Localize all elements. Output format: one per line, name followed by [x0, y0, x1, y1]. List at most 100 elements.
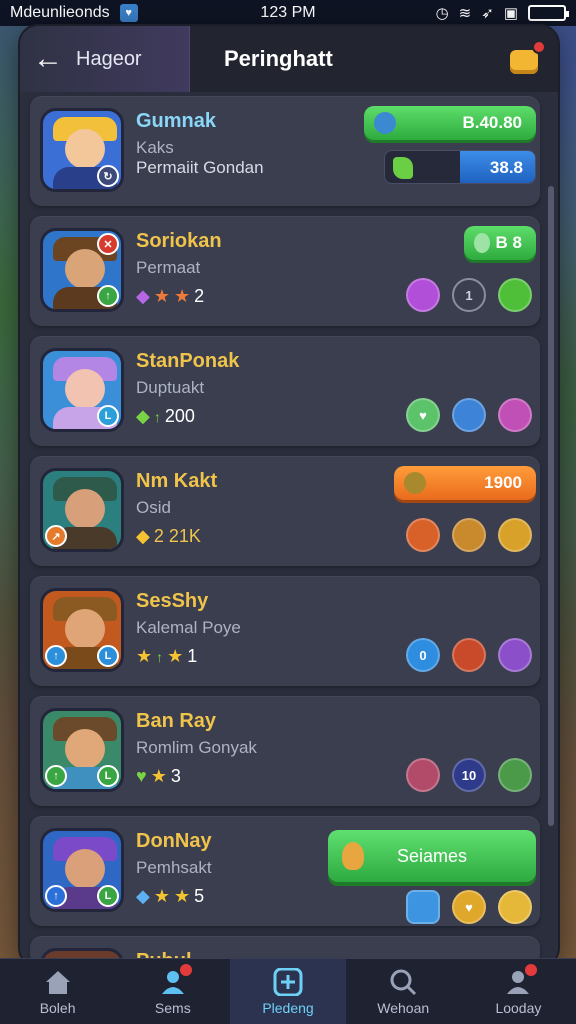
wifi-icon: ≋ — [458, 5, 472, 22]
reward-pill[interactable]: B.40.80 — [364, 106, 536, 140]
player-stars: ◆ 2 21K — [136, 526, 201, 546]
score-bar: 38.8 — [384, 150, 536, 184]
star-icon: ★ — [153, 886, 170, 906]
player-list: ↻ Gumnak Kaks Permaiit Gondan B.40.80 38… — [30, 96, 540, 966]
player-rank: Duptuakt — [136, 378, 205, 397]
gem-icon: ◆ — [136, 406, 150, 426]
hero-icon[interactable] — [406, 758, 440, 792]
fire-icon[interactable] — [452, 638, 486, 672]
player-name: Soriokan — [136, 230, 222, 252]
rune-icon[interactable] — [498, 638, 532, 672]
back-arrow-icon: ← — [33, 42, 63, 75]
reward-value: 1900 — [484, 473, 522, 492]
player-avatar: ↻ — [40, 108, 124, 192]
alarm-icon: ◷ — [435, 5, 449, 22]
player-stars: ★ ↑ ★ 1 — [136, 646, 198, 666]
player-rank: Osid — [136, 498, 171, 517]
player-card[interactable]: ↑ L Ban Ray Romlim Gonyak ♥ ★ 3 10 — [30, 696, 540, 806]
image-icon: ▣ — [503, 5, 518, 22]
scroll-icon[interactable] — [406, 518, 440, 552]
heart-icon: ♥ — [136, 766, 147, 786]
player-card[interactable]: ↑ L SesShy Kalemal Poye ★ ↑ ★ 1 0 — [30, 576, 540, 686]
heart-icon[interactable]: ♥ — [452, 890, 486, 924]
carrier-text: Mdeunlieonds — [10, 4, 110, 21]
player-stars: ◆ ★ ★ 2 — [136, 286, 205, 306]
player-rank: Romlim Gonyak — [136, 738, 257, 757]
orb-icon[interactable] — [452, 398, 486, 432]
player-title: Permaiit Gondan — [136, 158, 264, 177]
tab-label: Sems — [154, 999, 191, 1016]
item-icons: 10 — [406, 758, 532, 792]
shield-icon: ◆ — [136, 526, 150, 546]
battery-icon — [528, 5, 569, 21]
notification-dot — [179, 963, 192, 976]
banana-icon[interactable] — [498, 890, 532, 924]
player-avatar: ↗ — [40, 468, 124, 552]
hex-icon[interactable]: 1 — [452, 278, 486, 312]
axe-icon[interactable] — [498, 518, 532, 552]
level-icon[interactable]: 10 — [452, 758, 486, 792]
bottom-tab-bar: Boleh Sems Pledeng Wehoan Looday — [0, 958, 576, 1024]
player-name: Ban Ray — [136, 710, 217, 732]
player-stars: ♥ ★ 3 — [136, 766, 181, 786]
status-bar: Mdeunlieonds ♥ 123 PM ◷ ≋ ➶ ▣ — [0, 0, 576, 26]
badge-icon[interactable]: 0 — [406, 638, 440, 672]
puzzle-icon[interactable] — [406, 890, 440, 924]
gem-icon — [374, 112, 396, 134]
star-icon: ★ — [153, 286, 170, 306]
monster-icon[interactable] — [498, 398, 532, 432]
star-icon: ★ — [173, 886, 191, 906]
status-icons: ◷ ≋ ➶ ▣ — [435, 4, 569, 22]
player-card[interactable]: ↻ Gumnak Kaks Permaiit Gondan B.40.80 38… — [30, 96, 540, 206]
player-card[interactable]: ✕ ↑ Soriokan Permaat ◆ ★ ★ 2 B 8 1 — [30, 216, 540, 326]
tab-label: Wehoan — [377, 999, 430, 1016]
sword-icon[interactable] — [452, 518, 486, 552]
coin-icon — [404, 472, 426, 494]
tab-create[interactable]: Pledeng — [230, 959, 346, 1024]
item-icons: ♥ — [406, 890, 532, 924]
goblin-icon[interactable] — [498, 758, 532, 792]
star-icon: ★ — [173, 286, 191, 306]
tab-user[interactable]: Looday — [461, 959, 576, 1024]
tab-label: Boleh — [39, 999, 76, 1016]
heart-icon[interactable]: ♥ — [406, 398, 440, 432]
player-name: StanPonak — [136, 350, 240, 372]
back-button[interactable]: ← Hageor — [20, 26, 190, 92]
potion-icon — [393, 157, 413, 179]
tab-home[interactable]: Boleh — [0, 959, 115, 1024]
arrow-icon: ↑ — [153, 408, 161, 425]
player-avatar: L — [40, 348, 124, 432]
notification-dot — [525, 963, 538, 976]
player-rank: Permaat — [136, 258, 201, 277]
arrow-icon: ↑ — [156, 648, 164, 665]
tab-profile[interactable]: Sems — [115, 959, 230, 1024]
player-card[interactable]: ↑ L DonNay Pemhsakt ◆ ★ ★ 5 Seiames ♥ — [30, 816, 540, 926]
player-avatar: ↑ L — [40, 588, 124, 672]
orb-icon[interactable] — [406, 278, 440, 312]
gift-button[interactable] — [506, 40, 546, 76]
profile-icon — [158, 963, 192, 996]
scrollbar[interactable] — [548, 186, 554, 826]
page-title: Peringhatt — [224, 46, 333, 71]
player-card[interactable]: ↗ Nm Kakt Osid ◆ 2 21K 1900 — [30, 456, 540, 566]
player-card[interactable]: L StanPonak Duptuakt ◆ ↑ 200 ♥ — [30, 336, 540, 446]
star-icon: ★ — [167, 646, 184, 666]
tab-search[interactable]: Wehoan — [346, 959, 461, 1024]
item-icons — [406, 518, 532, 552]
user-icon — [503, 963, 538, 996]
leaderboard-panel: ← Hageor Peringhatt ↻ Gumnak Kaks Permai… — [20, 26, 558, 966]
reward-pill[interactable]: B 8 — [464, 226, 536, 260]
reward-value: B 8 — [495, 233, 522, 252]
player-name: DonNay — [136, 830, 212, 852]
action-button[interactable]: Seiames — [328, 830, 536, 882]
search-icon — [390, 969, 417, 995]
leaf-icon[interactable] — [498, 278, 532, 312]
player-avatar: ✕ ↑ — [40, 228, 124, 312]
reward-pill[interactable]: 1900 — [394, 466, 536, 500]
notification-icon: ♥ — [119, 4, 138, 22]
tab-label: Looday — [495, 999, 542, 1016]
player-stars: ◆ ★ ★ 5 — [136, 886, 205, 906]
score-value: 38.8 — [489, 158, 523, 177]
home-icon — [45, 970, 70, 994]
player-rank: Kalemal Poye — [136, 618, 241, 637]
